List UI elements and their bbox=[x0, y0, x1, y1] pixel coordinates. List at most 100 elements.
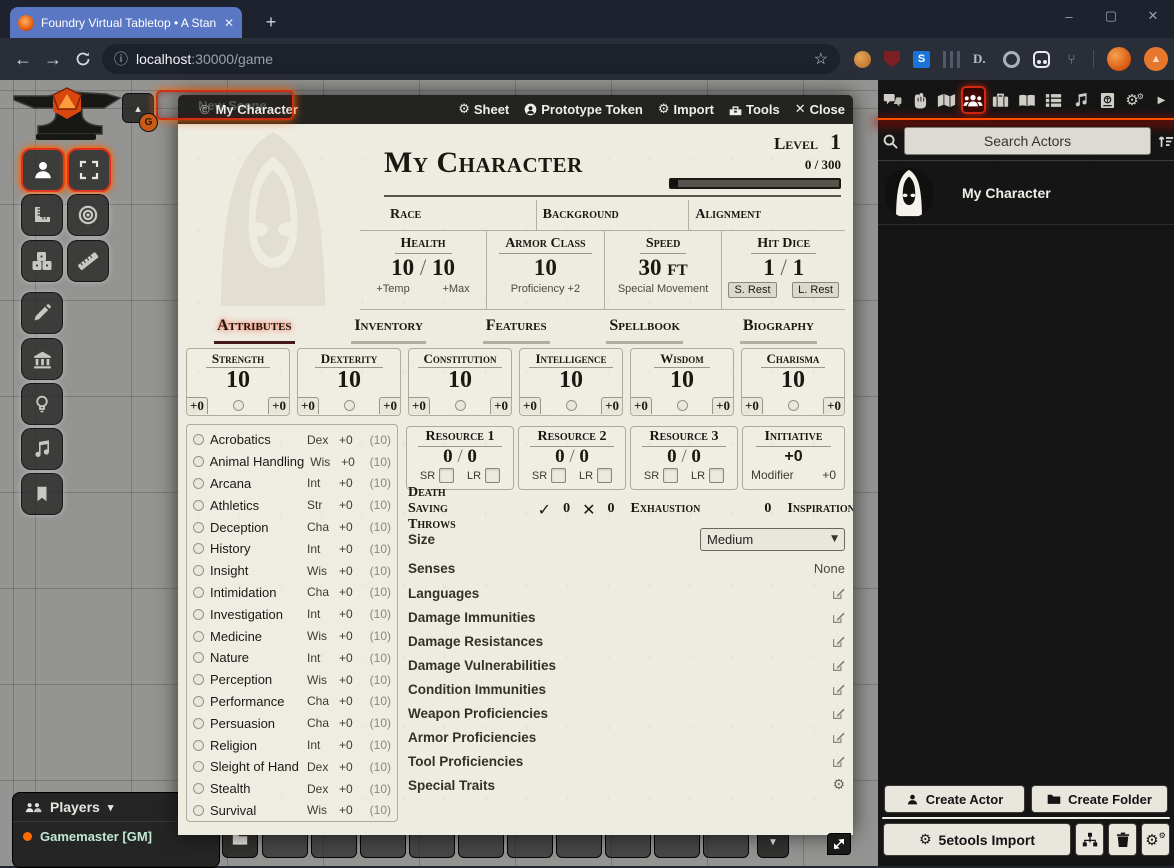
edit-icon[interactable] bbox=[832, 611, 845, 624]
tab-actors[interactable] bbox=[961, 86, 986, 114]
tools-button[interactable]: Tools bbox=[729, 102, 780, 117]
window-resize-handle[interactable] bbox=[827, 833, 851, 855]
death-failure-icon[interactable]: ✕ bbox=[582, 500, 595, 519]
background-field[interactable]: Background bbox=[536, 200, 689, 230]
skill-proficiency-radio[interactable] bbox=[193, 434, 204, 445]
ability-mod[interactable]: +0 bbox=[298, 397, 319, 414]
ability-mod[interactable]: +0 bbox=[409, 397, 430, 414]
ability-charisma[interactable]: Charisma 10 +0+0 bbox=[741, 348, 845, 416]
lr-checkbox[interactable] bbox=[709, 468, 724, 483]
edit-icon[interactable] bbox=[832, 755, 845, 768]
death-success-count[interactable]: 0 bbox=[563, 501, 570, 517]
fork-extension-icon[interactable]: ⑂ bbox=[1063, 51, 1080, 68]
sidebar-collapse-icon[interactable]: ▶ bbox=[1149, 86, 1174, 114]
tab-combat[interactable] bbox=[907, 86, 932, 114]
dice-tool-button[interactable] bbox=[21, 240, 63, 282]
ability-mod[interactable]: +0 bbox=[187, 397, 208, 414]
ability-mod[interactable]: +0 bbox=[742, 397, 763, 414]
browser-tab[interactable]: Foundry Virtual Tabletop • A Stan ✕ bbox=[10, 7, 242, 38]
character-name[interactable]: My Character bbox=[384, 146, 583, 180]
race-field[interactable]: Race bbox=[384, 200, 536, 230]
ability-mod[interactable]: +0 bbox=[520, 397, 541, 414]
ublock-extension-icon[interactable] bbox=[884, 51, 900, 68]
skill-proficiency-radio[interactable] bbox=[193, 631, 204, 642]
xp-value[interactable]: 0 / 300 bbox=[805, 157, 841, 173]
tab-attributes[interactable]: Attributes bbox=[214, 317, 295, 344]
long-rest-button[interactable]: L. Rest bbox=[792, 282, 839, 298]
create-actor-button[interactable]: Create Actor bbox=[884, 785, 1025, 813]
speed-stat[interactable]: Speed 30 ft Special Movement bbox=[604, 231, 722, 309]
window-minimize-button[interactable]: – bbox=[1048, 0, 1090, 32]
save-proficiency-radio[interactable] bbox=[344, 400, 355, 411]
folder-tree-button[interactable] bbox=[1075, 823, 1104, 856]
ability-strength[interactable]: Strength 10 +0+0 bbox=[186, 348, 290, 416]
lens-extension-icon[interactable] bbox=[1003, 51, 1020, 68]
d-extension-icon[interactable]: D. bbox=[973, 51, 990, 68]
sheet-config-button[interactable]: ⚙Sheet bbox=[458, 102, 509, 117]
initiative-box[interactable]: Initiative +0 Modifier+0 bbox=[742, 426, 845, 490]
ability-save[interactable]: +0 bbox=[601, 397, 622, 414]
site-info-icon[interactable]: ⓘ bbox=[114, 49, 128, 69]
sr-checkbox[interactable] bbox=[551, 468, 566, 483]
edit-icon[interactable] bbox=[832, 587, 845, 600]
skill-proficiency-radio[interactable] bbox=[193, 718, 204, 729]
tab-chat[interactable] bbox=[880, 86, 905, 114]
save-proficiency-radio[interactable] bbox=[677, 400, 688, 411]
actor-list-item[interactable]: My Character bbox=[878, 162, 1174, 225]
skill-proficiency-radio[interactable] bbox=[193, 783, 204, 794]
tab-spellbook[interactable]: Spellbook bbox=[606, 317, 683, 344]
sounds-tool-button[interactable] bbox=[21, 428, 63, 470]
edit-icon[interactable] bbox=[832, 731, 845, 744]
lighting-tool-button[interactable] bbox=[21, 383, 63, 425]
ability-wisdom[interactable]: Wisdom 10 +0+0 bbox=[630, 348, 734, 416]
settings-button[interactable]: ⚙⚙ bbox=[1141, 823, 1170, 856]
skill-row[interactable]: AcrobaticsDex+0(10) bbox=[193, 429, 391, 451]
create-folder-button[interactable]: Create Folder bbox=[1031, 785, 1168, 813]
tab-inventory[interactable]: Inventory bbox=[351, 317, 426, 344]
search-actors-input[interactable] bbox=[904, 127, 1151, 155]
ability-save[interactable]: +0 bbox=[490, 397, 511, 414]
skill-row[interactable]: MedicineWis+0(10) bbox=[193, 625, 391, 647]
skill-proficiency-radio[interactable] bbox=[193, 609, 204, 620]
ability-save[interactable]: +0 bbox=[379, 397, 400, 414]
skill-proficiency-radio[interactable] bbox=[193, 587, 204, 598]
skill-row[interactable]: Animal HandlingWis+0(10) bbox=[193, 451, 391, 473]
url-bar[interactable]: ⓘ localhost:30000/game ☆ bbox=[102, 44, 840, 74]
sort-filter-icon[interactable] bbox=[1158, 134, 1174, 149]
level-display[interactable]: Level1 bbox=[774, 129, 841, 155]
resource-1-box[interactable]: Resource 1 0 / 0 SRLR bbox=[406, 426, 514, 490]
box-extension-icon[interactable] bbox=[1033, 51, 1050, 68]
skill-row[interactable]: AthleticsStr+0(10) bbox=[193, 494, 391, 516]
refresh-button[interactable] bbox=[68, 51, 98, 67]
death-failure-count[interactable]: 0 bbox=[607, 501, 614, 517]
save-proficiency-radio[interactable] bbox=[566, 400, 577, 411]
sr-checkbox[interactable] bbox=[663, 468, 678, 483]
edit-icon[interactable] bbox=[832, 707, 845, 720]
walls-tool-button[interactable] bbox=[21, 338, 63, 380]
tab-scenes[interactable] bbox=[934, 86, 959, 114]
tab-journal[interactable] bbox=[1015, 86, 1040, 114]
skill-row[interactable]: StealthDex+0(10) bbox=[193, 778, 391, 800]
select-targets-tool-button[interactable] bbox=[67, 148, 111, 192]
edit-icon[interactable] bbox=[832, 683, 845, 696]
grid-extension-icon[interactable] bbox=[943, 51, 960, 68]
5etools-import-button[interactable]: ⚙ 5etools Import bbox=[883, 823, 1071, 856]
exhaustion-value[interactable]: 0 bbox=[764, 501, 771, 517]
ability-mod[interactable]: +0 bbox=[631, 397, 652, 414]
ability-intelligence[interactable]: Intelligence 10 +0+0 bbox=[519, 348, 623, 416]
profile-avatar[interactable] bbox=[1107, 47, 1131, 71]
short-rest-button[interactable]: S. Rest bbox=[728, 282, 776, 298]
resource-3-box[interactable]: Resource 3 0 / 0 SRLR bbox=[630, 426, 738, 490]
special-traits-gear-icon[interactable]: ⚙ bbox=[832, 777, 845, 793]
hp-max[interactable]: 10 bbox=[432, 255, 455, 280]
close-button[interactable]: ✕Close bbox=[795, 102, 845, 117]
ability-constitution[interactable]: Constitution 10 +0+0 bbox=[408, 348, 512, 416]
edit-icon[interactable] bbox=[832, 659, 845, 672]
tab-tables[interactable] bbox=[1042, 86, 1067, 114]
skill-row[interactable]: SurvivalWis+0(10) bbox=[193, 800, 391, 822]
s-extension-icon[interactable]: S bbox=[913, 51, 930, 68]
skill-proficiency-radio[interactable] bbox=[193, 565, 204, 576]
tab-items[interactable] bbox=[988, 86, 1013, 114]
skill-row[interactable]: InvestigationInt+0(10) bbox=[193, 603, 391, 625]
skill-proficiency-radio[interactable] bbox=[193, 522, 204, 533]
